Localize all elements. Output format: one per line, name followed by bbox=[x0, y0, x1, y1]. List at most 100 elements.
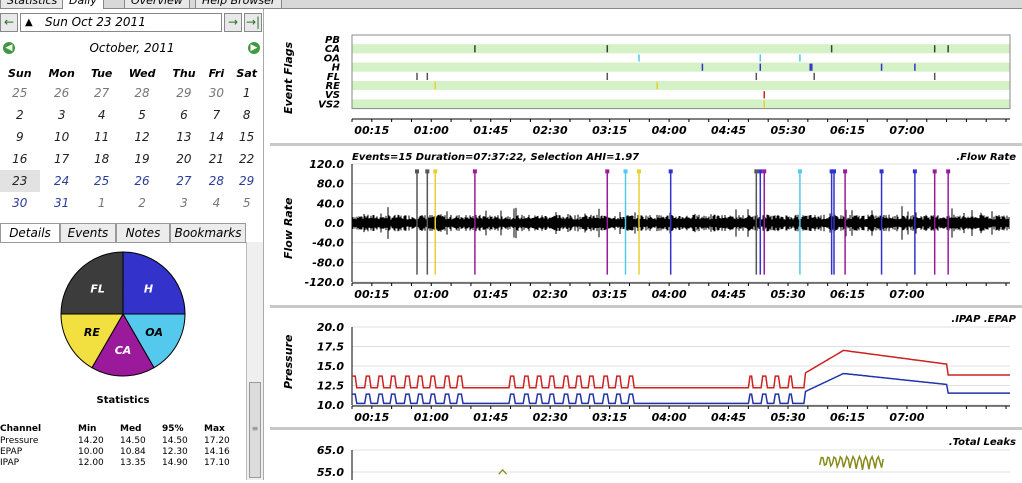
x-tick-label: 04:00 bbox=[652, 124, 687, 137]
calendar-day[interactable]: 10 bbox=[40, 126, 84, 148]
flow-rate-series bbox=[352, 206, 1010, 240]
tab-notes[interactable]: Notes bbox=[116, 223, 170, 243]
x-tick-label: 04:45 bbox=[711, 288, 746, 301]
calendar-day[interactable]: 9 bbox=[0, 126, 40, 148]
calendar-day[interactable]: 25 bbox=[84, 170, 120, 192]
calendar-day[interactable]: 31 bbox=[40, 192, 84, 214]
date-picker[interactable]: ▲ Sun Oct 23 2011 bbox=[20, 13, 222, 32]
stats-cell: 17.10 bbox=[204, 457, 230, 468]
calendar-day[interactable]: 14 bbox=[203, 126, 229, 148]
x-tick-label: 06:15 bbox=[830, 411, 865, 424]
flow-event-marker-head bbox=[912, 169, 917, 174]
x-tick-label: 01:45 bbox=[473, 288, 508, 301]
calendar-day[interactable]: 25 bbox=[0, 82, 40, 104]
calendar-day[interactable]: 16 bbox=[0, 148, 40, 170]
flag-row-band bbox=[352, 71, 1010, 81]
flow-event-marker-head bbox=[832, 169, 837, 174]
stats-column-header: Channel bbox=[0, 424, 42, 434]
calendar-day[interactable]: 3 bbox=[40, 104, 84, 126]
tab-details[interactable]: Details bbox=[0, 223, 60, 243]
calendar-day[interactable]: 2 bbox=[120, 192, 165, 214]
x-tick-label: 06:15 bbox=[830, 124, 865, 137]
stats-cell: 10.00 bbox=[78, 446, 104, 457]
calendar-day[interactable]: 12 bbox=[120, 126, 165, 148]
details-scrollbar[interactable]: ≡ bbox=[246, 242, 263, 480]
x-tick-label: 05:30 bbox=[771, 124, 806, 137]
pressure-y-tick: 10.0 bbox=[317, 399, 344, 412]
tab-bookmarks[interactable]: Bookmarks bbox=[170, 223, 246, 243]
x-tick-label: 05:30 bbox=[771, 411, 806, 424]
calendar-day[interactable]: 28 bbox=[120, 82, 165, 104]
calendar-day[interactable]: 19 bbox=[120, 148, 165, 170]
calendar-day[interactable]: 30 bbox=[0, 192, 40, 214]
calendar-day[interactable]: 18 bbox=[84, 148, 120, 170]
calendar-day[interactable]: 29 bbox=[165, 82, 204, 104]
calendar-day[interactable]: 7 bbox=[203, 104, 229, 126]
pressure-y-tick: 15.0 bbox=[317, 360, 344, 373]
stats-cell: 14.16 bbox=[204, 446, 230, 457]
calendar-grid: Sun Mon Tue Wed Thu Fri Sat 25 26 27 28 29 30 1 2 3 4 5 6… bbox=[0, 64, 264, 214]
flow-y-tick: -120.0 bbox=[305, 276, 345, 289]
event-pie-chart: H OA CA RE FL bbox=[60, 251, 186, 377]
calendar-day[interactable]: 23 bbox=[0, 170, 40, 192]
calendar-day[interactable]: 4 bbox=[84, 104, 120, 126]
calendar-day[interactable]: 17 bbox=[40, 148, 84, 170]
calendar-day[interactable]: 21 bbox=[203, 148, 229, 170]
pressure-ylabel: Pressure bbox=[282, 334, 295, 389]
calendar-day[interactable]: 28 bbox=[203, 170, 229, 192]
stats-row: EPAP 10.00 10.84 12.30 14.16 bbox=[0, 446, 246, 457]
detail-tabs: Details Events Notes Bookmarks bbox=[0, 223, 246, 243]
calendar-day[interactable]: 1 bbox=[84, 192, 120, 214]
caret-up-icon: ▲ bbox=[25, 17, 33, 28]
calendar-day[interactable]: 3 bbox=[165, 192, 204, 214]
calendar-day[interactable]: 13 bbox=[165, 126, 204, 148]
calendar-day[interactable]: 27 bbox=[165, 170, 204, 192]
x-tick-label: 03:15 bbox=[592, 288, 627, 301]
pie-label: H bbox=[144, 283, 153, 296]
calendar-day[interactable]: 22 bbox=[229, 148, 264, 170]
tab-events[interactable]: Events bbox=[60, 223, 116, 243]
last-day-button[interactable]: →| bbox=[244, 13, 262, 32]
stats-cell: 12.00 bbox=[78, 457, 104, 468]
weekday-header: Fri bbox=[208, 66, 225, 80]
tab-overview[interactable]: Overview bbox=[124, 0, 190, 9]
flag-row-band bbox=[352, 44, 1010, 54]
calendar-day[interactable]: 11 bbox=[84, 126, 120, 148]
calendar-day[interactable]: 20 bbox=[165, 148, 204, 170]
tab-statistics[interactable]: Statistics bbox=[0, 0, 65, 9]
leaks-y-tick: 65.0 bbox=[317, 444, 344, 457]
pressure-legend: .IPAP .EPAP bbox=[951, 314, 1016, 325]
scrollbar-thumb[interactable]: ≡ bbox=[249, 382, 261, 478]
next-month-button[interactable]: ▶ bbox=[248, 42, 260, 54]
tab-help-browser[interactable]: Help Browser bbox=[195, 0, 283, 9]
calendar-day[interactable]: 26 bbox=[40, 82, 84, 104]
x-tick-label: 02:30 bbox=[533, 411, 568, 424]
next-day-button[interactable]: → bbox=[224, 13, 242, 32]
calendar-day[interactable]: 6 bbox=[165, 104, 204, 126]
date-picker-value: Sun Oct 23 2011 bbox=[45, 15, 146, 29]
flow-event-marker-head bbox=[762, 169, 767, 174]
calendar-day[interactable]: 24 bbox=[40, 170, 84, 192]
calendar-day[interactable]: 30 bbox=[203, 82, 229, 104]
x-tick-label: 03:15 bbox=[592, 124, 627, 137]
x-tick-label: 04:45 bbox=[711, 124, 746, 137]
panel-divider bbox=[270, 427, 1022, 430]
flag-row-band bbox=[352, 35, 1010, 45]
calendar-day[interactable]: 27 bbox=[84, 82, 120, 104]
calendar-day[interactable]: 4 bbox=[203, 192, 229, 214]
calendar-day[interactable]: 26 bbox=[120, 170, 165, 192]
stats-cell: 12.30 bbox=[162, 446, 188, 457]
calendar-day[interactable]: 29 bbox=[229, 170, 264, 192]
pie-label: RE bbox=[84, 326, 100, 339]
calendar-day[interactable]: 1 bbox=[229, 82, 264, 104]
graphs-canvas[interactable]: PBCAOAHFLREVSVS200:15 01:00 01:45 02:30 03:1… bbox=[270, 9, 1022, 480]
flow-event-marker-head bbox=[415, 169, 420, 174]
calendar-day[interactable]: 5 bbox=[229, 192, 264, 214]
calendar-day[interactable]: 5 bbox=[120, 104, 165, 126]
calendar-day[interactable]: 8 bbox=[229, 104, 264, 126]
calendar-day[interactable]: 15 bbox=[229, 126, 264, 148]
calendar-day[interactable]: 2 bbox=[0, 104, 40, 126]
stats-column-header: Min bbox=[78, 424, 97, 434]
month-year-label[interactable]: October, 2011 bbox=[0, 41, 264, 55]
prev-day-button[interactable]: ← bbox=[0, 13, 18, 32]
